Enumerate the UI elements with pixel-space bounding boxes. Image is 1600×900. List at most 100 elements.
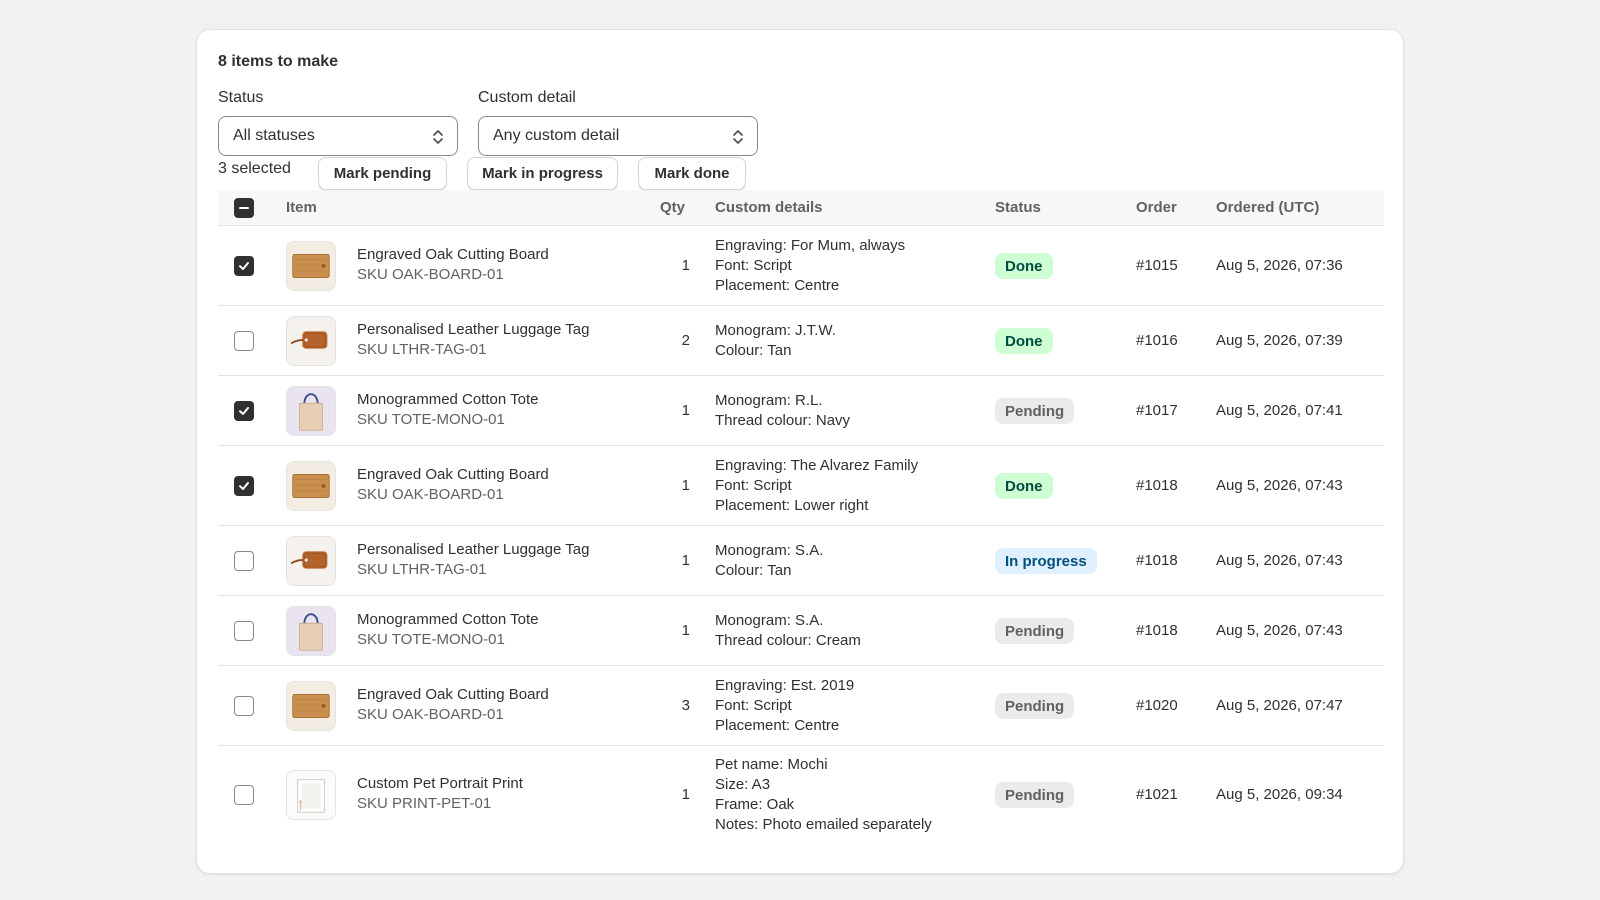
- order-number[interactable]: #1018: [1136, 552, 1178, 569]
- product-thumbnail: [286, 770, 336, 820]
- row-checkbox[interactable]: [234, 401, 254, 421]
- item-name[interactable]: Personalised Leather Luggage Tag: [357, 321, 589, 338]
- order-number[interactable]: #1018: [1136, 477, 1178, 494]
- mark-done-button[interactable]: Mark done: [638, 157, 746, 190]
- item-name[interactable]: Custom Pet Portrait Print: [357, 775, 523, 792]
- status-badge: Done: [995, 328, 1053, 354]
- table-row[interactable]: Custom Pet Portrait Print SKU PRINT-PET-0…: [218, 746, 1384, 844]
- product-thumbnail: [286, 316, 336, 366]
- item-name[interactable]: Engraved Oak Cutting Board: [357, 246, 549, 263]
- table-row[interactable]: Engraved Oak Cutting Board SKU OAK-BOARD-…: [218, 226, 1384, 306]
- product-thumbnail: [286, 241, 336, 291]
- custom-detail-filter-select[interactable]: Any custom detail: [478, 116, 758, 156]
- item-qty: 3: [681, 697, 690, 714]
- status-filter-select[interactable]: All statuses: [218, 116, 458, 156]
- checkmark-icon: [239, 262, 249, 270]
- checkmark-icon: [239, 482, 249, 490]
- custom-detail-line: Thread colour: Navy: [715, 412, 851, 429]
- product-thumbnail: [286, 386, 336, 436]
- row-checkbox[interactable]: [234, 551, 254, 571]
- header-custom-details[interactable]: Custom details: [715, 199, 823, 216]
- order-number[interactable]: #1015: [1136, 257, 1178, 274]
- product-thumbnail: [286, 461, 336, 511]
- header-ordered[interactable]: Ordered (UTC): [1216, 199, 1319, 216]
- order-number[interactable]: #1017: [1136, 402, 1178, 419]
- ordered-date: Aug 5, 2026, 07:36: [1216, 257, 1343, 274]
- table-row[interactable]: Engraved Oak Cutting Board SKU OAK-BOARD-…: [218, 446, 1384, 526]
- item-sku: SKU OAK-BOARD-01: [357, 706, 504, 723]
- table-header: Item Qty Custom details Status Order Ord…: [218, 190, 1384, 226]
- ordered-date: Aug 5, 2026, 07:43: [1216, 477, 1343, 494]
- table-row[interactable]: Monogrammed Cotton Tote SKU TOTE-MONO-01 1…: [218, 596, 1384, 666]
- product-thumbnail: [286, 536, 336, 586]
- custom-detail-line: Monogram: S.A.: [715, 612, 824, 629]
- row-checkbox[interactable]: [234, 476, 254, 496]
- custom-details: Monogram: S.A. Colour: Tan: [715, 541, 823, 581]
- header-qty[interactable]: Qty: [660, 199, 685, 216]
- ordered-date: Aug 5, 2026, 09:34: [1216, 786, 1343, 803]
- custom-detail-line: Font: Script: [715, 477, 792, 494]
- custom-detail-line: Monogram: R.L.: [715, 392, 823, 409]
- header-item[interactable]: Item: [286, 199, 317, 216]
- item-sku: SKU OAK-BOARD-01: [357, 486, 504, 503]
- table-row[interactable]: Monogrammed Cotton Tote SKU TOTE-MONO-01 1…: [218, 376, 1384, 446]
- custom-detail-line: Colour: Tan: [715, 562, 792, 579]
- order-number[interactable]: #1021: [1136, 786, 1178, 803]
- status-badge: Done: [995, 473, 1053, 499]
- custom-detail-filter-label: Custom detail: [478, 89, 576, 106]
- item-sku: SKU LTHR-TAG-01: [357, 561, 487, 578]
- status-badge: Pending: [995, 398, 1075, 424]
- item-name[interactable]: Monogrammed Cotton Tote: [357, 611, 539, 628]
- status-badge: Pending: [995, 693, 1075, 719]
- selected-count: 3 selected: [218, 160, 291, 177]
- row-checkbox[interactable]: [234, 331, 254, 351]
- card-title: 8 items to make: [218, 53, 339, 70]
- table-row[interactable]: Personalised Leather Luggage Tag SKU LTHR…: [218, 526, 1384, 596]
- custom-detail-line: Font: Script: [715, 697, 792, 714]
- status-filter-value: All statuses: [233, 127, 315, 144]
- table-row[interactable]: Engraved Oak Cutting Board SKU OAK-BOARD-…: [218, 666, 1384, 746]
- items-table: Item Qty Custom details Status Order Ord…: [218, 190, 1384, 844]
- custom-details: Engraving: Est. 2019 Font: Script Placemen…: [715, 676, 854, 736]
- order-number[interactable]: #1016: [1136, 332, 1178, 349]
- table-row[interactable]: Personalised Leather Luggage Tag SKU LTHR…: [218, 306, 1384, 376]
- item-name[interactable]: Personalised Leather Luggage Tag: [357, 541, 589, 558]
- select-all-checkbox[interactable]: [234, 198, 254, 218]
- custom-detail-line: Size: A3: [715, 776, 771, 793]
- product-thumbnail: [286, 681, 336, 731]
- item-qty: 1: [681, 402, 690, 419]
- row-checkbox[interactable]: [234, 696, 254, 716]
- mark-in-progress-button[interactable]: Mark in progress: [467, 157, 618, 190]
- custom-detail-line: Thread colour: Cream: [715, 632, 861, 649]
- custom-detail-filter-value: Any custom detail: [493, 127, 620, 144]
- status-badge: Done: [995, 253, 1053, 279]
- row-checkbox[interactable]: [234, 785, 254, 805]
- custom-detail-line: Pet name: Mochi: [715, 756, 828, 773]
- order-number[interactable]: #1018: [1136, 622, 1178, 639]
- item-qty: 1: [681, 477, 690, 494]
- order-number[interactable]: #1020: [1136, 697, 1178, 714]
- header-status[interactable]: Status: [995, 199, 1041, 216]
- header-order[interactable]: Order: [1136, 199, 1177, 216]
- ordered-date: Aug 5, 2026, 07:39: [1216, 332, 1343, 349]
- custom-details: Engraving: The Alvarez Family Font: Scrip…: [715, 456, 918, 516]
- item-qty: 1: [681, 257, 690, 274]
- item-sku: SKU LTHR-TAG-01: [357, 341, 487, 358]
- ordered-date: Aug 5, 2026, 07:47: [1216, 697, 1343, 714]
- custom-detail-line: Engraving: For Mum, always: [715, 237, 906, 254]
- custom-detail-line: Font: Script: [715, 257, 792, 274]
- custom-details: Pet name: Mochi Size: A3 Frame: Oak Notes: …: [715, 755, 932, 835]
- row-checkbox[interactable]: [234, 256, 254, 276]
- item-qty: 1: [681, 622, 690, 639]
- mark-pending-button[interactable]: Mark pending: [318, 157, 447, 190]
- product-thumbnail: [286, 606, 336, 656]
- custom-detail-line: Engraving: The Alvarez Family: [715, 457, 919, 474]
- custom-detail-line: Notes: Photo emailed separately: [715, 816, 932, 833]
- row-checkbox[interactable]: [234, 621, 254, 641]
- item-sku: SKU TOTE-MONO-01: [357, 411, 505, 428]
- custom-detail-line: Frame: Oak: [715, 796, 795, 813]
- item-name[interactable]: Engraved Oak Cutting Board: [357, 686, 549, 703]
- custom-detail-line: Placement: Centre: [715, 717, 840, 734]
- item-name[interactable]: Monogrammed Cotton Tote: [357, 391, 539, 408]
- item-name[interactable]: Engraved Oak Cutting Board: [357, 466, 549, 483]
